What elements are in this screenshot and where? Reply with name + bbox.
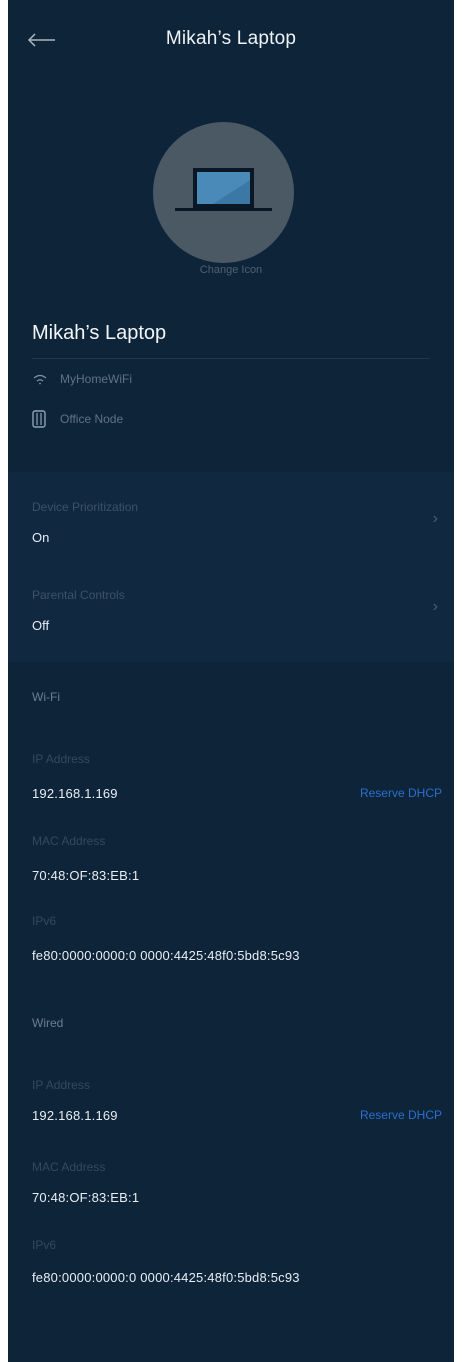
node-row: Office Node: [32, 410, 123, 428]
wired-ip-value: 192.168.1.169: [32, 1108, 118, 1123]
chevron-right-icon: ›: [432, 598, 438, 615]
wifi-ipv6-value: fe80:0000:0000:0 0000:4425:48f0:5bd8:5c9…: [32, 948, 300, 963]
wired-mac-label: MAC Address: [32, 1160, 106, 1174]
parental-controls-value: Off: [32, 618, 50, 633]
wired-mac-value: 70:48:OF:83:EB:1: [32, 1190, 140, 1205]
device-name-field[interactable]: Mikah’s Laptop: [32, 322, 430, 359]
network-row: MyHomeWiFi: [32, 372, 132, 386]
device-prioritization-row[interactable]: Device Prioritization On ›: [8, 480, 454, 560]
parental-controls-row[interactable]: Parental Controls Off ›: [8, 568, 454, 648]
header: Mikah’s Laptop: [8, 0, 454, 80]
change-icon-link[interactable]: Change Icon: [8, 264, 454, 276]
wired-ipv6-label: IPv6: [32, 1238, 57, 1252]
device-details-screen: Mikah’s Laptop Change Icon Mikah’s Lapto…: [8, 0, 454, 1362]
wifi-mac-value: 70:48:OF:83:EB:1: [32, 868, 140, 883]
wired-reserve-dhcp-link[interactable]: Reserve DHCP: [360, 1108, 442, 1122]
wifi-ip-label: IP Address: [32, 752, 90, 766]
settings-section: Device Prioritization On › Parental Cont…: [8, 472, 454, 662]
page-title: Mikah’s Laptop: [165, 28, 297, 49]
node-icon: [32, 410, 60, 428]
arrow-left-icon: [27, 33, 55, 47]
wifi-mac-label: MAC Address: [32, 834, 106, 848]
wired-section-title: Wired: [32, 1016, 64, 1030]
parental-controls-label: Parental Controls: [32, 588, 125, 602]
network-name: MyHomeWiFi: [60, 372, 132, 386]
wifi-section-title: Wi-Fi: [32, 690, 60, 704]
back-button[interactable]: [22, 22, 62, 58]
wifi-ipv6-label: IPv6: [32, 914, 57, 928]
chevron-right-icon: ›: [432, 510, 438, 527]
wifi-reserve-dhcp-link[interactable]: Reserve DHCP: [360, 786, 442, 800]
wired-ip-label: IP Address: [32, 1078, 90, 1092]
node-name: Office Node: [60, 412, 124, 426]
laptop-icon: [175, 168, 272, 211]
device-prioritization-value: On: [32, 530, 50, 545]
device-prioritization-label: Device Prioritization: [32, 500, 139, 514]
wifi-icon: [32, 373, 60, 385]
wired-ipv6-value: fe80:0000:0000:0 0000:4425:48f0:5bd8:5c9…: [32, 1270, 300, 1285]
wifi-ip-value: 192.168.1.169: [32, 786, 118, 801]
device-icon-button[interactable]: [153, 122, 294, 263]
